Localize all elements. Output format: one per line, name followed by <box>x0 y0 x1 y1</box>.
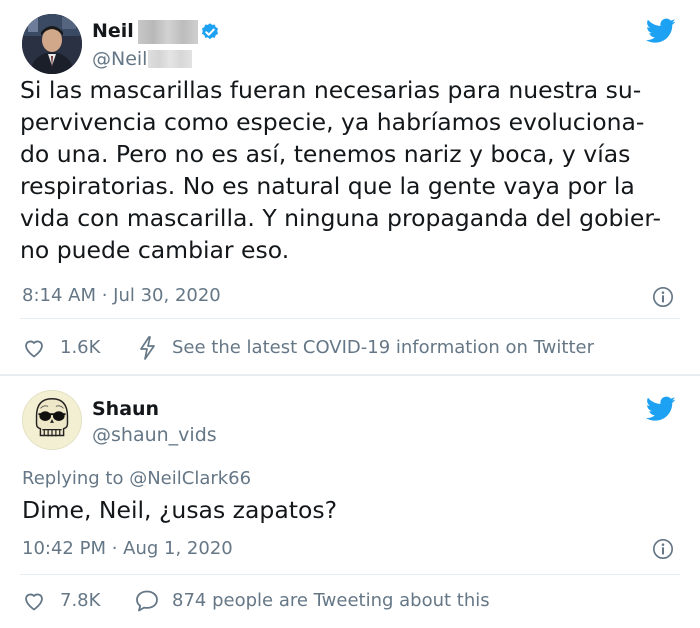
tweet-timestamp[interactable]: 8:14 AM · Jul 30, 2020 <box>22 285 221 306</box>
like-count[interactable]: 7.8K <box>60 590 100 611</box>
user-handle[interactable]: @Neil <box>92 48 147 70</box>
replying-to-label: Replying to <box>22 468 124 489</box>
tweet-card: Shaun @shaun_vids Replying to @NeilClark… <box>0 376 700 628</box>
tweet-text-line: pervivencia como especie, ya habríamos e… <box>20 108 645 136</box>
divider <box>20 318 680 319</box>
tweet-text-line: respiratorias. No es natural que la gent… <box>20 172 635 200</box>
tweet-timestamp[interactable]: 10:42 PM · Aug 1, 2020 <box>22 538 233 559</box>
tweeting-about-link[interactable]: 874 people are Tweeting about this <box>172 590 490 611</box>
tweet-text-line: do una. Pero no es así, tenemos nariz y … <box>20 140 631 168</box>
tweet-text: Si las mascarillas fueran necesarias par… <box>20 74 680 266</box>
tweet-text-line: no puede cambiar eso. <box>20 236 290 264</box>
tweet-text-line: vida con mascarilla. Y ninguna propagand… <box>20 204 662 232</box>
twitter-bird-icon[interactable] <box>645 18 676 44</box>
speech-bubble-icon[interactable] <box>134 588 158 612</box>
heart-icon[interactable] <box>22 589 46 613</box>
skull-avatar <box>23 391 81 449</box>
tweet-text-line: Si las mascarillas fueran necesarias par… <box>20 76 642 104</box>
like-count[interactable]: 1.6K <box>60 337 100 358</box>
user-handle[interactable]: @shaun_vids <box>92 424 217 446</box>
info-icon[interactable] <box>652 538 674 560</box>
heart-icon[interactable] <box>22 336 46 360</box>
redacted-handle <box>148 50 192 68</box>
divider <box>20 574 680 575</box>
avatar[interactable] <box>22 390 82 450</box>
display-name[interactable]: Shaun <box>92 398 159 420</box>
avatar-photo <box>22 14 82 74</box>
tweet-text: Dime, Neil, ¿usas zapatos? <box>22 494 682 526</box>
tweet-text-line: Dime, Neil, ¿usas zapatos? <box>22 496 338 524</box>
twitter-bird-icon[interactable] <box>645 396 676 422</box>
avatar[interactable] <box>22 14 82 74</box>
covid-info-link[interactable]: See the latest COVID-19 information on T… <box>172 337 594 358</box>
replying-to-mention[interactable]: @NeilClark66 <box>129 468 251 489</box>
display-name[interactable]: Neil <box>92 20 134 42</box>
replying-to: Replying to @NeilClark66 <box>22 468 251 489</box>
lightning-icon[interactable] <box>136 335 160 360</box>
verified-badge-icon <box>200 22 220 42</box>
redacted-surname <box>138 20 198 44</box>
info-icon[interactable] <box>652 286 674 308</box>
tweet-card: Neil @Neil Si las mascarillas fueran nec… <box>0 0 700 374</box>
